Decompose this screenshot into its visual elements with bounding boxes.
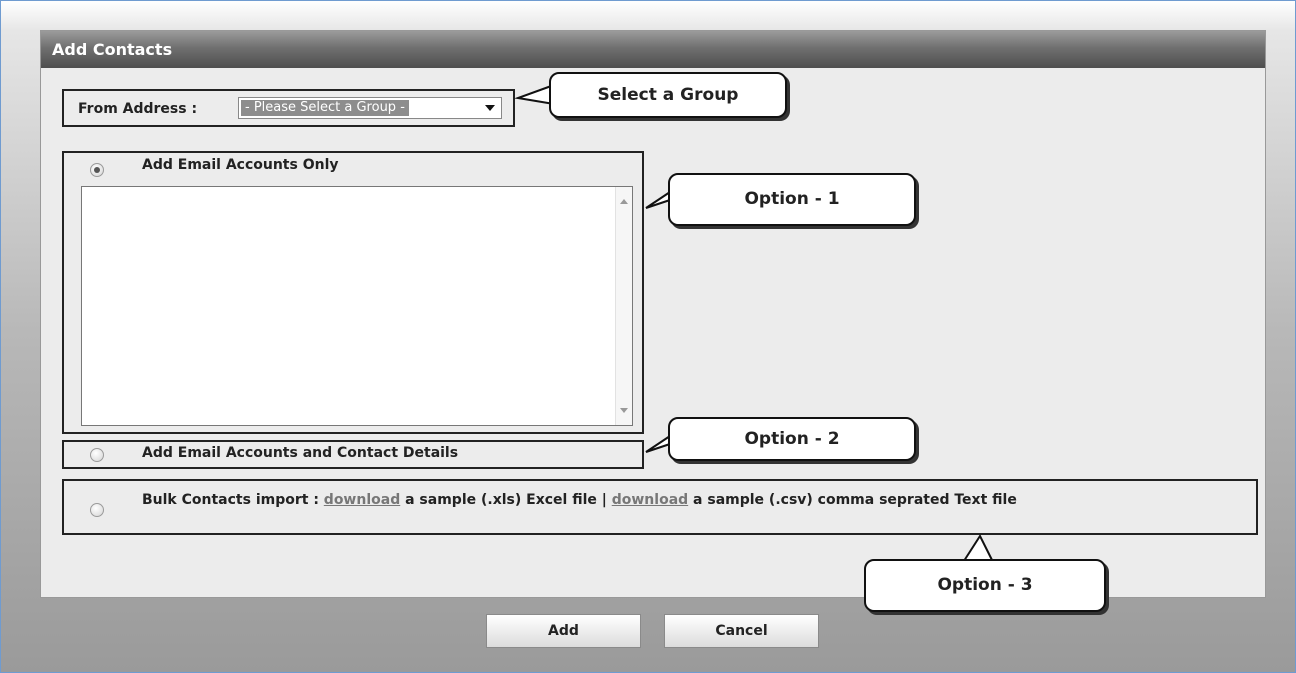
scroll-down-arrow-icon[interactable] (620, 408, 628, 413)
from-address-row: From Address : - Please Select a Group - (62, 89, 515, 127)
radio-add-email-contact-details[interactable] (90, 448, 104, 462)
callout-option-2: Option - 2 (668, 417, 916, 461)
callout-option-3: Option - 3 (864, 559, 1106, 612)
panel-title: Add Contacts (41, 31, 1265, 68)
email-accounts-textarea[interactable] (81, 186, 633, 426)
bulk-import-xls-text: a sample (.xls) Excel file | (405, 492, 607, 508)
group-select-value: - Please Select a Group - (241, 100, 409, 116)
textarea-scrollbar[interactable] (615, 187, 632, 425)
callout-option-1: Option - 1 (668, 173, 916, 226)
bulk-import-label: Bulk Contacts import : (142, 492, 319, 508)
radio-bulk-import[interactable] (90, 503, 104, 517)
download-xls-link[interactable]: download (324, 492, 400, 508)
option-3-box: Bulk Contacts import : download a sample… (62, 479, 1258, 535)
radio-add-email-only[interactable] (90, 163, 104, 177)
bulk-import-csv-text: a sample (.csv) comma seprated Text file (693, 492, 1017, 508)
cancel-button[interactable]: Cancel (664, 614, 819, 648)
scroll-up-arrow-icon[interactable] (620, 199, 628, 204)
download-csv-link[interactable]: download (612, 492, 688, 508)
option-2-label: Add Email Accounts and Contact Details (142, 445, 459, 461)
from-address-label: From Address : (78, 101, 198, 117)
add-button[interactable]: Add (486, 614, 641, 648)
chevron-down-icon[interactable] (485, 105, 495, 111)
option-1-label: Add Email Accounts Only (142, 157, 339, 173)
option-3-text: Bulk Contacts import : download a sample… (142, 490, 1250, 511)
group-select[interactable]: - Please Select a Group - (238, 97, 502, 119)
callout-select-group: Select a Group (549, 72, 787, 118)
